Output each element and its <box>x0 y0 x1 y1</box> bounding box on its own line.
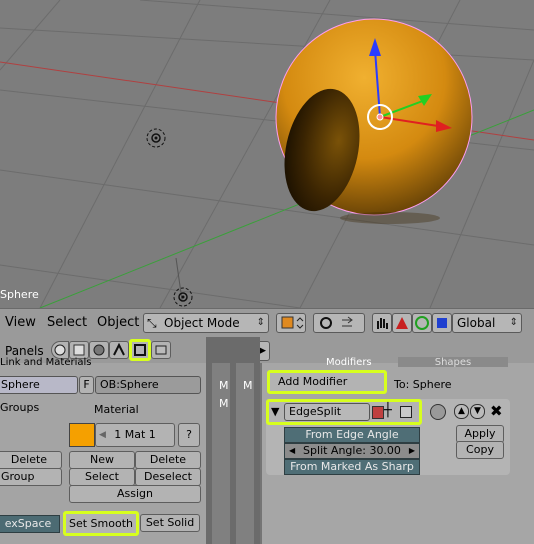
link-materials-tab[interactable]: Link and Materials <box>0 357 206 367</box>
3d-viewport[interactable]: Sphere <box>0 0 534 308</box>
material-new-button[interactable]: New <box>69 451 135 469</box>
material-assign-button[interactable]: Assign <box>69 485 201 503</box>
material-select-button[interactable]: Select <box>69 468 135 486</box>
from-edge-angle-toggle[interactable]: From Edge Angle <box>284 427 420 443</box>
rotate-manipulator-icon[interactable] <box>412 313 432 333</box>
chevron-left-icon: ◀ <box>289 446 296 455</box>
editmode-toggle-icon[interactable] <box>400 406 412 418</box>
chevron-right-icon: ▶ <box>408 446 415 455</box>
viewport-canvas[interactable] <box>0 0 534 308</box>
modifiers-panel: Modifiers Shapes Add Modifier To: Sphere… <box>262 357 534 544</box>
mesh-name-field[interactable]: Sphere <box>0 376 78 394</box>
realtime-toggle-icon[interactable]: ┼ <box>384 404 392 418</box>
render-toggle-icon[interactable] <box>372 406 384 419</box>
split-angle-field[interactable]: ◀ Split Angle: 30.00 ▶ <box>284 443 420 459</box>
active-object-label: Sphere <box>0 288 39 301</box>
object-mode-icon: ⤡ <box>147 316 157 330</box>
lamp-icon[interactable] <box>146 128 166 148</box>
vertex-groups-label: Groups <box>0 401 40 414</box>
3d-cursor-icon[interactable] <box>173 257 193 307</box>
menu-view[interactable]: View <box>5 315 36 330</box>
set-solid-button[interactable]: Set Solid <box>140 514 200 532</box>
modifier-name-field[interactable]: EdgeSplit <box>284 403 370 421</box>
set-smooth-button[interactable]: Set Smooth <box>63 511 139 536</box>
material-color-swatch[interactable] <box>69 423 95 447</box>
m-label: M <box>243 379 253 392</box>
tab-modifiers[interactable]: Modifiers <box>326 357 386 367</box>
chevron-updown-icon: ⇕ <box>509 317 518 328</box>
mode-dropdown[interactable]: ⤡ Object Mode ⇕ <box>143 313 269 333</box>
fake-user-button[interactable]: F <box>79 376 94 394</box>
collapse-triangle-icon[interactable]: ▼ <box>271 405 279 418</box>
move-down-icon[interactable]: ▼ <box>470 404 485 419</box>
material-label: Material <box>94 403 139 416</box>
orientation-dropdown[interactable]: Global ⇕ <box>452 313 522 333</box>
link-materials-panel: Link and Materials Sphere F OB:Sphere Gr… <box>0 357 206 544</box>
scale-manipulator-icon[interactable] <box>432 313 452 333</box>
chevron-right-icon: ▶ <box>259 346 266 356</box>
material-deselect-button[interactable]: Deselect <box>135 468 201 486</box>
buttons-window: Link and Materials Sphere F OB:Sphere Gr… <box>0 337 534 544</box>
hand-tool-icon[interactable] <box>372 313 392 333</box>
chevron-left-icon: ◀ <box>99 430 106 440</box>
chevron-updown-icon: ⇕ <box>256 317 265 328</box>
pivot-dropdown[interactable] <box>313 313 365 333</box>
move-up-icon[interactable]: ▲ <box>454 404 469 419</box>
material-delete-button[interactable]: Delete <box>135 451 201 469</box>
delete-modifier-icon[interactable]: ✖ <box>490 402 503 420</box>
vgroup-delete-button[interactable]: Delete <box>0 451 62 469</box>
menu-select[interactable]: Select <box>47 315 87 330</box>
modifier-visibility-toggles: ┼ <box>372 404 416 420</box>
m-label: M <box>219 379 229 392</box>
material-help-button[interactable]: ? <box>178 423 200 447</box>
menu-object[interactable]: Object <box>97 315 139 330</box>
from-marked-sharp-toggle[interactable]: From Marked As Sharp <box>284 459 420 475</box>
object-name-field[interactable]: OB:Sphere <box>95 376 201 394</box>
m-label: M <box>219 397 229 410</box>
material-index-field[interactable]: ◀ 1 Mat 1 <box>95 423 175 447</box>
panels-label: Panels <box>5 344 44 358</box>
tab-shapes[interactable]: Shapes <box>398 357 508 367</box>
add-modifier-button[interactable]: Add Modifier <box>267 370 387 394</box>
copy-modifier-button[interactable]: Copy <box>456 441 504 459</box>
draw-type-dropdown[interactable] <box>276 313 306 333</box>
cage-toggle-icon[interactable] <box>430 404 446 420</box>
translate-manipulator-icon[interactable] <box>392 313 412 333</box>
vgroup-button[interactable]: Group <box>0 468 62 486</box>
modifier-target-label: To: Sphere <box>394 378 452 391</box>
vertical-strip <box>206 337 260 544</box>
viewport-header: View Select Object ⤡ Object Mode ⇕ Globa… <box>0 308 534 338</box>
texspace-button[interactable]: exSpace <box>0 515 60 533</box>
